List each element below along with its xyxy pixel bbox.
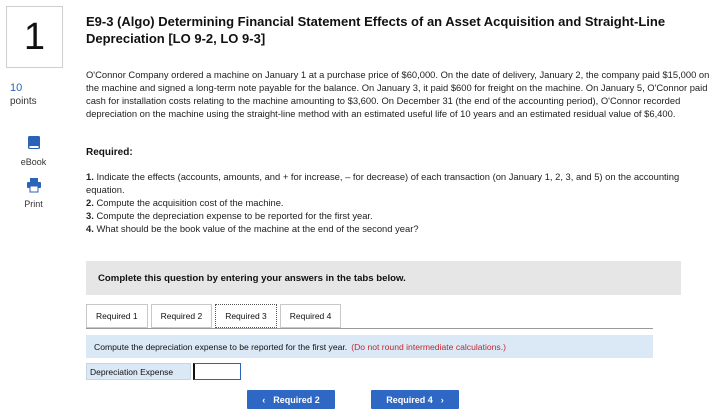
list-item: 1. Indicate the effects (accounts, amoun… — [86, 171, 680, 195]
prompt-bar: Compute the depreciation expense to be r… — [86, 335, 653, 358]
next-label: Required 4 — [386, 394, 433, 405]
requirements-list: 1. Indicate the effects (accounts, amoun… — [86, 170, 706, 235]
next-required-button[interactable]: Required 4 › — [371, 390, 459, 409]
tab-strip: Required 1 Required 2 Required 3 Require… — [86, 304, 342, 328]
list-item: 3. Compute the depreciation expense to b… — [86, 210, 373, 221]
required-heading: Required: — [86, 147, 133, 158]
points-value: 10 — [10, 82, 23, 94]
prev-required-button[interactable]: ‹ Required 2 — [247, 390, 335, 409]
ebook-label: eBook — [20, 157, 47, 167]
question-title: E9-3 (Algo) Determining Financial Statem… — [86, 14, 666, 46]
print-button[interactable]: Print — [6, 177, 61, 209]
printer-icon — [6, 177, 61, 195]
depreciation-expense-label: Depreciation Expense — [86, 363, 191, 380]
prompt-hint: (Do not round intermediate calculations.… — [351, 341, 506, 352]
list-item: 4. What should be the book value of the … — [86, 223, 419, 234]
list-item: 2. Compute the acquisition cost of the m… — [86, 197, 284, 208]
book-icon — [6, 135, 61, 153]
question-number: 1 — [6, 6, 63, 68]
chevron-right-icon: › — [440, 394, 444, 405]
tab-required-3[interactable]: Required 3 — [215, 304, 277, 328]
chevron-left-icon: ‹ — [262, 394, 266, 405]
depreciation-expense-input[interactable] — [193, 363, 241, 380]
ebook-button[interactable]: eBook — [6, 135, 61, 167]
instructions-bar: Complete this question by entering your … — [86, 261, 681, 295]
prompt-text: Compute the depreciation expense to be r… — [94, 341, 348, 352]
print-label: Print — [24, 199, 43, 209]
tab-required-1[interactable]: Required 1 — [86, 304, 148, 328]
prev-label: Required 2 — [273, 394, 320, 405]
problem-paragraph: O'Connor Company ordered a machine on Ja… — [86, 69, 710, 119]
tab-required-4[interactable]: Required 4 — [279, 304, 342, 328]
answer-row: Depreciation Expense — [86, 363, 241, 380]
tab-required-2[interactable]: Required 2 — [150, 304, 213, 328]
points-label: points — [10, 96, 37, 107]
points-block: 10 points — [10, 82, 37, 108]
tab-divider — [86, 328, 653, 329]
instructions-text: Complete this question by entering your … — [98, 272, 406, 284]
